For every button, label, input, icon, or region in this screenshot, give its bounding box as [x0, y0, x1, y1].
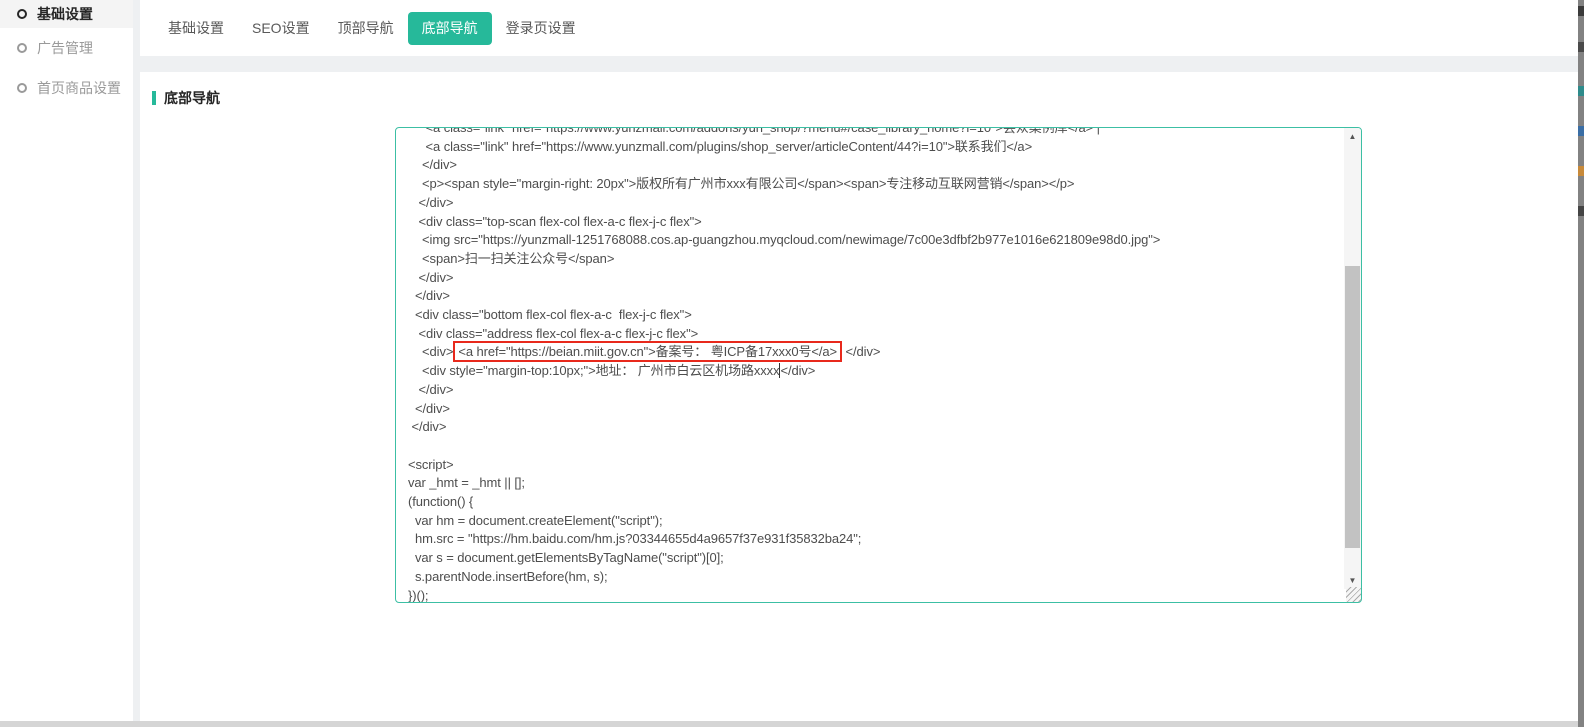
- sidebar-item-basic-settings[interactable]: 基础设置: [0, 0, 133, 28]
- scroll-up-arrow-icon[interactable]: ▲: [1344, 128, 1361, 145]
- sidebar-item-label: 首页商品设置: [37, 78, 121, 98]
- edge-icon-speck: [1578, 6, 1584, 16]
- vertical-scrollbar[interactable]: ▲ ▼: [1344, 128, 1361, 589]
- circle-icon: [17, 9, 27, 19]
- bottom-nav-settings-panel: 底部导航 <a class="link" href="https://www.y…: [140, 72, 1578, 721]
- sidebar-item-homepage-goods[interactable]: 首页商品设置: [0, 68, 133, 108]
- tab-basic-settings[interactable]: 基础设置: [154, 12, 238, 45]
- footer-html-code[interactable]: <a class="link" href="https://www.yunzma…: [396, 127, 1343, 603]
- circle-icon: [17, 83, 27, 93]
- sidebar: 基础设置 广告管理 首页商品设置: [0, 0, 133, 721]
- window-bottom-edge: [0, 721, 1584, 727]
- edge-icon-speck: [1578, 166, 1584, 176]
- code-segment-before: <a class="link" href="https://www.yunzma…: [408, 127, 1160, 359]
- edge-icon-speck: [1578, 42, 1584, 52]
- tab-seo-settings[interactable]: SEO设置: [238, 12, 324, 45]
- sidebar-item-label: 广告管理: [37, 38, 93, 58]
- section-title: 底部导航: [164, 88, 220, 108]
- circle-icon: [17, 43, 27, 53]
- red-annotation-box: <a href="https://beian.miit.gov.cn">备案号：…: [453, 341, 842, 362]
- scrollbar-thumb[interactable]: [1345, 266, 1360, 548]
- tab-login-page-settings[interactable]: 登录页设置: [492, 12, 590, 45]
- section-header: 底部导航: [152, 88, 220, 108]
- edge-icon-speck: [1578, 86, 1584, 96]
- sidebar-item-ad-management[interactable]: 广告管理: [0, 28, 133, 68]
- edge-icon-speck: [1578, 126, 1584, 136]
- settings-tab-bar: 基础设置 SEO设置 顶部导航 底部导航 登录页设置: [140, 0, 1578, 56]
- footer-html-textarea[interactable]: <a class="link" href="https://www.yunzma…: [395, 127, 1362, 603]
- textarea-resize-grip-icon[interactable]: [1346, 587, 1361, 602]
- code-segment-after: </div> </div> </div> </div> <script> var…: [408, 363, 861, 602]
- sidebar-item-label: 基础设置: [37, 4, 93, 24]
- edge-icon-speck: [1578, 206, 1584, 216]
- window-right-edge: [1578, 0, 1584, 727]
- tab-top-nav[interactable]: 顶部导航: [324, 12, 408, 45]
- tab-bottom-nav[interactable]: 底部导航: [408, 12, 492, 45]
- section-accent-bar: [152, 91, 156, 105]
